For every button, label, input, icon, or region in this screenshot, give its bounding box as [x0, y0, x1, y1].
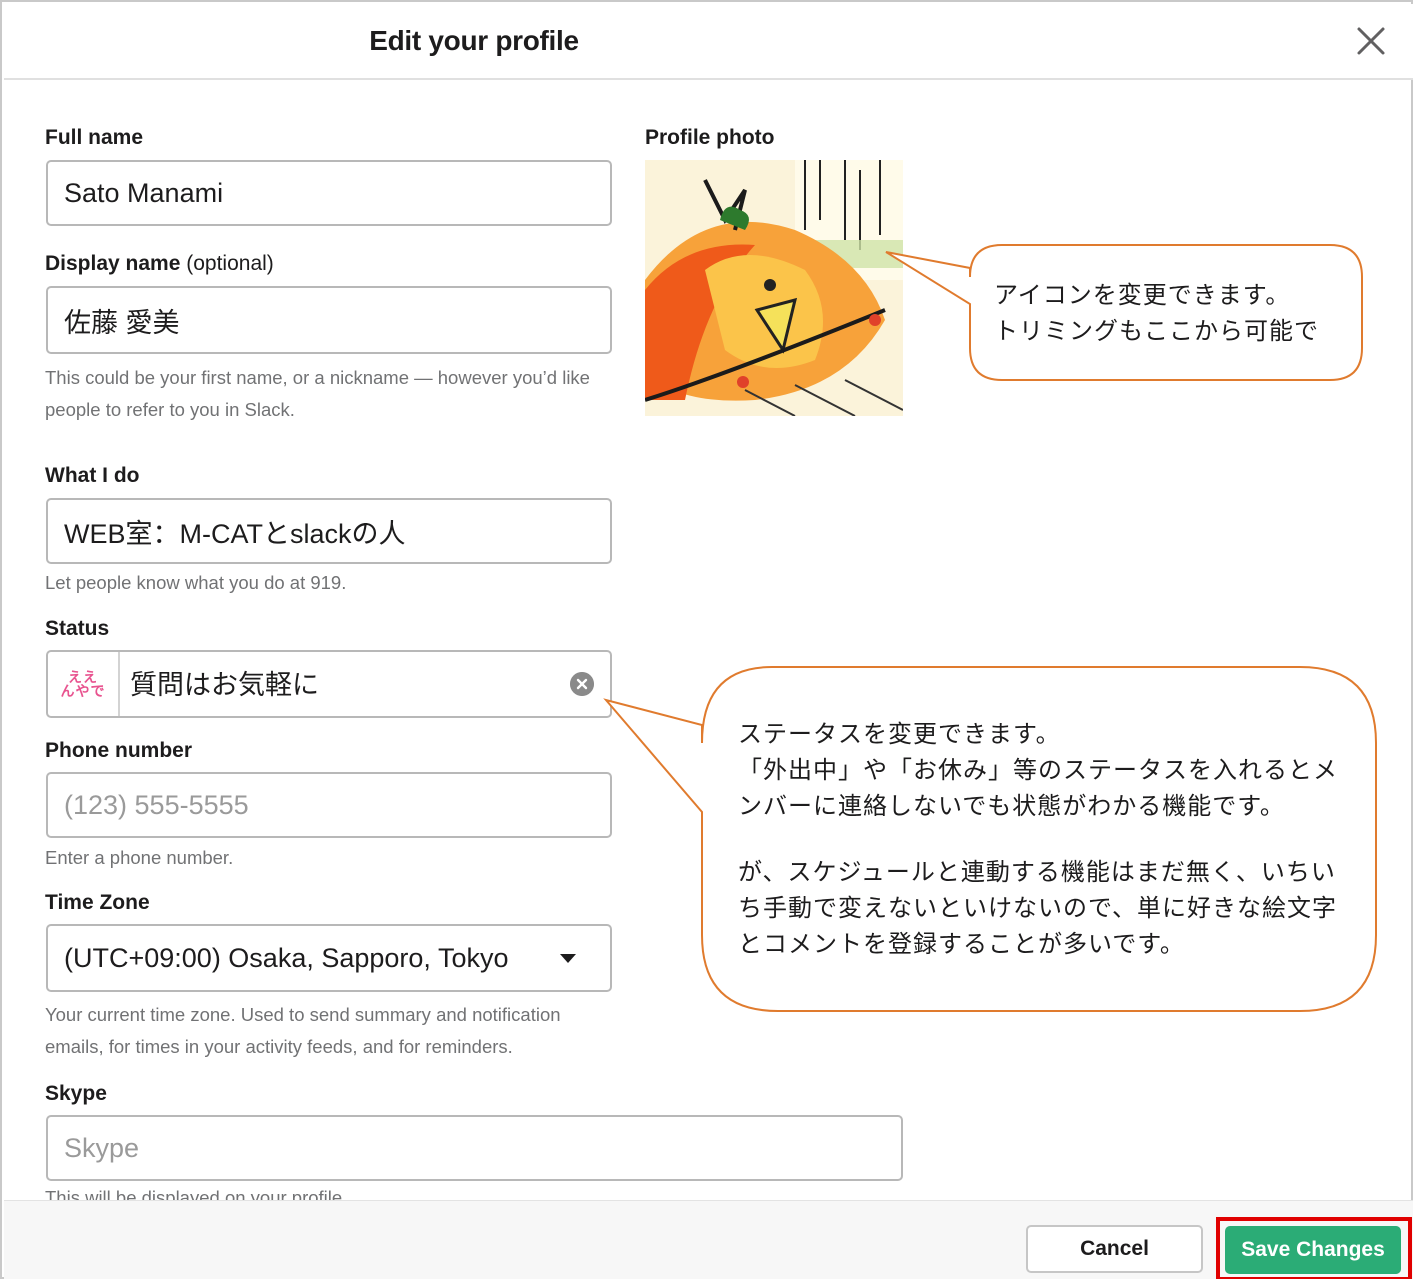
dialog-footer: Cancel Save Changes: [4, 1200, 1413, 1279]
status-callout-line-1: ステータスを変更できます。: [738, 721, 1061, 748]
dialog-header: Edit your profile: [4, 4, 1413, 80]
status-callout-line-6: とコメントを登録することが多いです。: [738, 931, 1185, 958]
photo-callout-line-1: アイコンを変更できます。: [994, 282, 1291, 309]
status-callout-line-5: ち手動で変えないといけないので、単に好きな絵文字: [738, 895, 1338, 922]
status-callout-line-2: 「外出中」や「お休み」等のステータスを入れるとメ: [738, 757, 1338, 784]
save-changes-button[interactable]: Save Changes: [1225, 1226, 1401, 1274]
status-callout-line-4: が、スケジュールと連動する機能はまだ無く、いちい: [738, 859, 1336, 886]
photo-callout-line-2: トリミングもここから可能で: [994, 318, 1319, 345]
callout-bubbles: [603, 244, 1377, 1012]
dialog-title: Edit your profile: [369, 25, 579, 56]
dialog-body: Full name Sato Manami Display name (opti…: [4, 80, 1413, 1200]
status-callout-line-3: ンバーに連絡しないでも状態がわかる機能です。: [738, 793, 1285, 820]
edit-profile-dialog: Edit your profile Full name Sato Manami …: [0, 0, 1413, 1279]
close-icon[interactable]: [1352, 22, 1390, 60]
cancel-button[interactable]: Cancel: [1026, 1225, 1203, 1273]
